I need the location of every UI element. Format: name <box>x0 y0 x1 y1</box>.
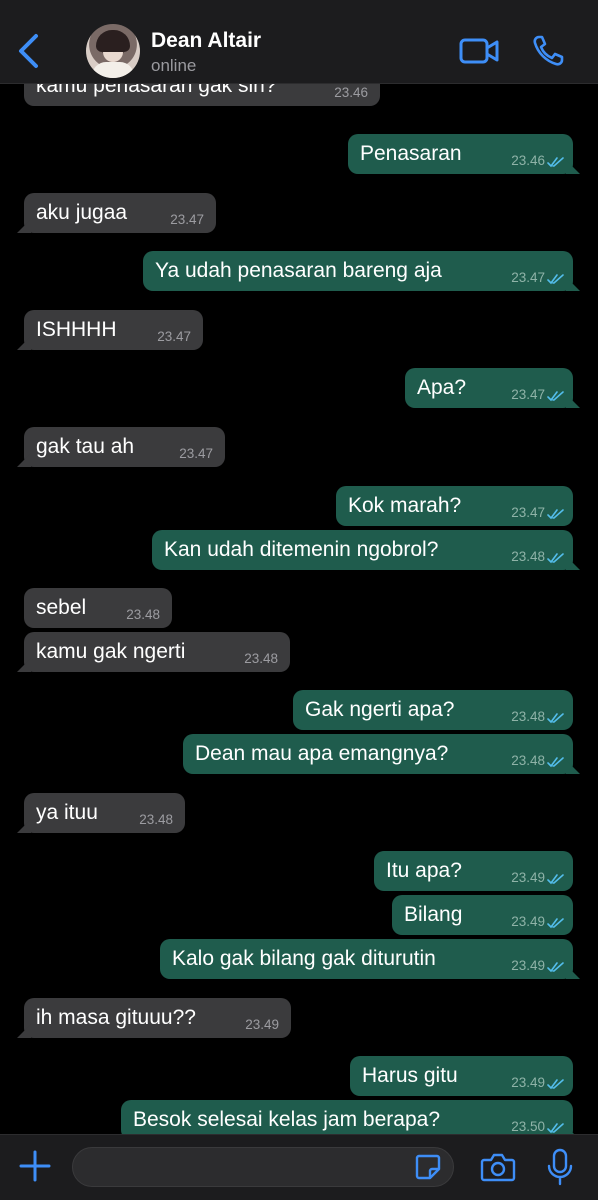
message-incoming[interactable]: ih masa gituuu?? 23.49 <box>17 998 291 1038</box>
microphone-icon[interactable] <box>546 1147 574 1187</box>
message-outgoing[interactable]: Harus gitu 23.49 <box>350 1056 573 1096</box>
message-outgoing[interactable]: Dean mau apa emangnya? 23.48 <box>183 734 580 774</box>
message-incoming[interactable]: kamu gak ngerti 23.48 <box>17 632 290 672</box>
composer-bar <box>0 1134 598 1200</box>
message-incoming[interactable]: ISHHHH 23.47 <box>17 310 203 350</box>
contact-status: online <box>151 56 197 75</box>
plus-icon[interactable] <box>18 1149 52 1183</box>
chat-header: Dean Altair online <box>0 0 598 84</box>
read-ticks-icon <box>547 918 564 929</box>
message-incoming[interactable]: aku jugaa 23.47 <box>17 193 216 233</box>
read-ticks-icon <box>547 757 564 768</box>
message-outgoing[interactable]: Itu apa? 23.49 <box>374 851 573 891</box>
read-ticks-icon <box>547 274 564 285</box>
read-ticks-icon <box>547 874 564 885</box>
message-incoming[interactable]: ya ituu 23.48 <box>17 793 185 833</box>
message-input[interactable] <box>72 1147 454 1187</box>
phone-icon[interactable] <box>531 34 565 68</box>
message-outgoing[interactable]: Kok marah? 23.47 <box>336 486 573 526</box>
message-outgoing[interactable]: Apa? 23.47 <box>405 368 580 408</box>
message-outgoing[interactable]: Kalo gak bilang gak diturutin 23.49 <box>160 939 580 979</box>
message-incoming[interactable]: sebel 23.48 <box>24 588 172 628</box>
read-ticks-icon <box>547 962 564 973</box>
message-list[interactable]: kamu penasaran gak sih? 23.46 Penasaran 23… <box>0 84 598 1134</box>
video-call-icon[interactable] <box>459 36 499 66</box>
message-incoming[interactable]: kamu penasaran gak sih? 23.46 <box>24 84 380 106</box>
chevron-left-icon[interactable] <box>14 32 44 70</box>
message-outgoing[interactable]: Bilang 23.49 <box>392 895 573 935</box>
message-outgoing[interactable]: Kan udah ditemenin ngobrol? 23.48 <box>152 530 580 570</box>
avatar[interactable] <box>86 24 140 78</box>
read-ticks-icon <box>547 1123 564 1134</box>
message-incoming[interactable]: gak tau ah 23.47 <box>17 427 225 467</box>
read-ticks-icon <box>547 509 564 520</box>
read-ticks-icon <box>547 391 564 402</box>
message-outgoing[interactable]: Ya udah penasaran bareng aja 23.47 <box>143 251 580 291</box>
read-ticks-icon <box>547 157 564 168</box>
read-ticks-icon <box>547 1079 564 1090</box>
read-ticks-icon <box>547 553 564 564</box>
camera-icon[interactable] <box>480 1151 516 1183</box>
read-ticks-icon <box>547 713 564 724</box>
sticker-icon[interactable] <box>414 1153 442 1181</box>
message-outgoing[interactable]: Besok selesai kelas jam berapa? 23.50 <box>121 1100 580 1134</box>
contact-name[interactable]: Dean Altair <box>151 29 261 53</box>
message-outgoing[interactable]: Penasaran 23.46 <box>348 134 580 174</box>
message-outgoing[interactable]: Gak ngerti apa? 23.48 <box>293 690 573 730</box>
